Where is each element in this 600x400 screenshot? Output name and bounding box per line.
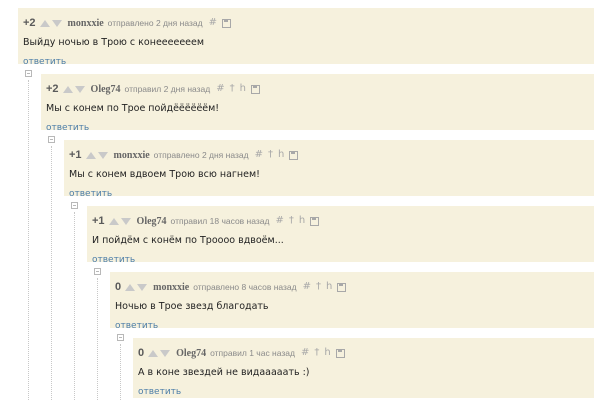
save-icon[interactable] bbox=[335, 348, 345, 358]
save-icon[interactable] bbox=[337, 282, 347, 292]
post-time: отправлено 8 часов назад bbox=[193, 282, 297, 292]
comment: +2 Oleg74 отправил 2 дня назад # † h Мы … bbox=[41, 74, 594, 133]
thread-line bbox=[51, 146, 52, 400]
comment-text: Выйду ночью в Трою с конееееееем bbox=[23, 37, 205, 48]
permalink-icon[interactable]: # bbox=[209, 18, 217, 28]
vote-score: +1 bbox=[92, 215, 105, 227]
vote-score: 0 bbox=[115, 281, 122, 293]
comment-header: +2 monxxie отправлено 2 дня назад # bbox=[23, 15, 231, 31]
dagger-icon[interactable]: † bbox=[268, 150, 273, 160]
collapse-toggle[interactable] bbox=[71, 202, 78, 209]
upvote-arrow-icon[interactable] bbox=[62, 85, 73, 93]
reply-link[interactable]: ответить bbox=[138, 387, 181, 397]
comment: 0 monxxie отправлено 8 часов назад # † h… bbox=[110, 272, 594, 331]
vote-score: +1 bbox=[69, 149, 82, 161]
dagger-icon[interactable]: † bbox=[230, 84, 235, 94]
comment-header: 0 Oleg74 отправил 1 час назад # † h bbox=[138, 345, 345, 361]
downvote-arrow-icon[interactable] bbox=[137, 283, 148, 291]
comment: 0 Oleg74 отправил 1 час назад # † h А в … bbox=[133, 338, 594, 398]
save-icon[interactable] bbox=[310, 216, 320, 226]
dagger-icon[interactable]: † bbox=[316, 282, 321, 292]
post-time: отправлено 2 дня назад bbox=[107, 18, 203, 28]
post-time: отправлено 2 дня назад bbox=[153, 150, 249, 160]
downvote-arrow-icon[interactable] bbox=[120, 217, 131, 225]
permalink-icon[interactable]: # bbox=[216, 84, 224, 94]
upvote-arrow-icon[interactable] bbox=[85, 151, 96, 159]
reply-link[interactable]: ответить bbox=[69, 189, 112, 199]
collapse-toggle[interactable] bbox=[48, 136, 55, 143]
collapse-toggle[interactable] bbox=[117, 334, 124, 341]
h-icon[interactable]: h bbox=[326, 282, 332, 292]
vote-score: +2 bbox=[46, 83, 59, 95]
comment-header: +2 Oleg74 отправил 2 дня назад # † h bbox=[46, 81, 260, 97]
collapse-toggle[interactable] bbox=[25, 70, 32, 77]
collapse-toggle[interactable] bbox=[94, 268, 101, 275]
thread-line bbox=[74, 212, 75, 400]
thread-line bbox=[97, 278, 98, 400]
h-icon[interactable]: h bbox=[240, 84, 246, 94]
vote-score: 0 bbox=[138, 347, 145, 359]
post-time: отправил 18 часов назад bbox=[170, 216, 270, 226]
permalink-icon[interactable]: # bbox=[303, 282, 311, 292]
downvote-arrow-icon[interactable] bbox=[51, 19, 62, 27]
comment-text: Ночью в Трое звезд благодать bbox=[115, 301, 269, 312]
downvote-arrow-icon[interactable] bbox=[97, 151, 108, 159]
permalink-icon[interactable]: # bbox=[275, 216, 283, 226]
author-link[interactable]: Oleg74 bbox=[176, 348, 206, 359]
author-link[interactable]: Oleg74 bbox=[91, 84, 121, 95]
post-time: отправил 1 час назад bbox=[210, 348, 295, 358]
vote-score: +2 bbox=[23, 17, 36, 29]
save-icon[interactable] bbox=[250, 84, 260, 94]
comment-text: Мы с конем вдвоем Трою всю нагнем! bbox=[69, 169, 260, 180]
save-icon[interactable] bbox=[221, 18, 231, 28]
upvote-arrow-icon[interactable] bbox=[148, 349, 159, 357]
comment-header: +1 Oleg74 отправил 18 часов назад # † h bbox=[92, 213, 320, 229]
author-link[interactable]: monxxie bbox=[114, 150, 150, 161]
upvote-arrow-icon[interactable] bbox=[39, 19, 50, 27]
dagger-icon[interactable]: † bbox=[289, 216, 294, 226]
dagger-icon[interactable]: † bbox=[314, 348, 319, 358]
reply-link[interactable]: ответить bbox=[46, 123, 89, 133]
comment: +1 monxxie отправлено 2 дня назад # † h … bbox=[64, 140, 594, 199]
author-link[interactable]: monxxie bbox=[153, 282, 189, 293]
h-icon[interactable]: h bbox=[324, 348, 330, 358]
h-icon[interactable]: h bbox=[278, 150, 284, 160]
comment: +1 Oleg74 отправил 18 часов назад # † h … bbox=[87, 206, 594, 265]
comment-header: +1 monxxie отправлено 2 дня назад # † h bbox=[69, 147, 299, 163]
author-link[interactable]: monxxie bbox=[68, 18, 104, 29]
reply-link[interactable]: ответить bbox=[92, 255, 135, 265]
reply-link[interactable]: ответить bbox=[115, 321, 158, 331]
permalink-icon[interactable]: # bbox=[255, 150, 263, 160]
downvote-arrow-icon[interactable] bbox=[74, 85, 85, 93]
downvote-arrow-icon[interactable] bbox=[160, 349, 171, 357]
comment-text: И пойдём с конём по Троооо вдвоём... bbox=[92, 235, 284, 246]
comment-text: Мы с конем по Трое пойдёёёёёём! bbox=[46, 103, 220, 114]
comment-header: 0 monxxie отправлено 8 часов назад # † h bbox=[115, 279, 347, 295]
author-link[interactable]: Oleg74 bbox=[137, 216, 167, 227]
thread-line bbox=[28, 80, 29, 400]
upvote-arrow-icon[interactable] bbox=[108, 217, 119, 225]
comment-thread: +2 monxxie отправлено 2 дня назад # Выйд… bbox=[0, 0, 600, 400]
post-time: отправил 2 дня назад bbox=[124, 84, 211, 94]
permalink-icon[interactable]: # bbox=[301, 348, 309, 358]
h-icon[interactable]: h bbox=[299, 216, 305, 226]
comment-text: А в коне звездей не видааааать :) bbox=[138, 367, 310, 378]
thread-line bbox=[120, 344, 121, 400]
save-icon[interactable] bbox=[289, 150, 299, 160]
reply-link[interactable]: ответить bbox=[23, 57, 66, 67]
upvote-arrow-icon[interactable] bbox=[125, 283, 136, 291]
comment: +2 monxxie отправлено 2 дня назад # Выйд… bbox=[18, 8, 594, 67]
